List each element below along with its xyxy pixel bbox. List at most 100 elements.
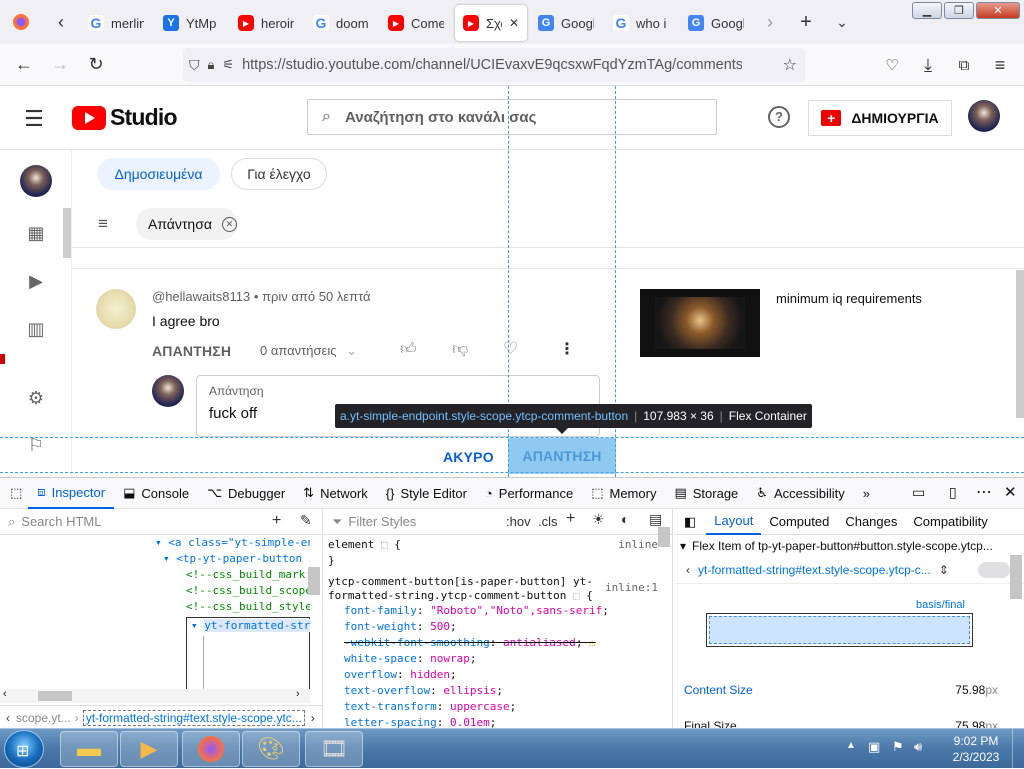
sidebar-tab-compatibility[interactable]: Compatibility: [905, 509, 995, 535]
url-bar[interactable]: ⛉ 🔒︎ ⚟ https://studio.youtube.com/channe…: [183, 48, 805, 82]
markup-tree[interactable]: ▾ <a class="yt-simple-endp ▾ <tp-yt-pape…: [0, 535, 310, 693]
volume-icon[interactable]: 🔊︎: [914, 739, 922, 755]
markup-vscroll[interactable]: [308, 567, 320, 595]
firefox-taskbar-icon[interactable]: [182, 731, 240, 767]
action-center-icon[interactable]: ⚑: [892, 739, 904, 755]
close-devtools-icon[interactable]: ✕: [1004, 483, 1017, 501]
browser-tab[interactable]: Gwho i: [605, 5, 677, 41]
markup-line[interactable]: ▾ <a class="yt-simple-endp: [0, 535, 310, 551]
reply-button[interactable]: ΑΠΑΝΤΗΣΗ: [152, 343, 231, 359]
start-button[interactable]: ⊞: [4, 730, 44, 768]
devtools-tab-style-editor[interactable]: {} Style Editor: [377, 478, 476, 509]
css-property[interactable]: overflow: [344, 668, 397, 681]
maximize-window-button[interactable]: ❐: [944, 2, 974, 19]
css-declaration[interactable]: font-weight: 500;: [344, 619, 658, 635]
warning-icon[interactable]: ⚠: [582, 636, 596, 649]
devtools-tab-memory[interactable]: ⬚ Memory: [582, 478, 665, 509]
lock-icon[interactable]: 🔒︎: [208, 57, 215, 73]
css-property[interactable]: text-transform: [344, 700, 437, 713]
hover-toggle[interactable]: :hov: [506, 514, 531, 529]
breadcrumb-item[interactable]: yt-formatted-string#text.style-scope.ytc…: [82, 709, 305, 726]
tab-published[interactable]: Δημοσιευμένα: [97, 158, 220, 190]
more-tabs-icon[interactable]: »: [854, 478, 879, 509]
sidebar-tab-layout[interactable]: Layout: [706, 509, 762, 535]
css-value[interactable]: ellipsis: [443, 684, 496, 697]
back-arrow-icon[interactable]: ←: [6, 47, 42, 83]
flex-item-selector[interactable]: ‹ yt-formatted-string#text.style-scope.y…: [674, 557, 1024, 584]
show-hidden-icons-icon[interactable]: ▲: [846, 740, 856, 751]
layout-vscroll[interactable]: [1010, 555, 1022, 599]
account-avatar[interactable]: [968, 100, 1000, 132]
settings-gear-icon[interactable]: ⚙: [24, 386, 48, 410]
css-property[interactable]: -webkit-font-smoothing: [344, 636, 490, 649]
devtools-tab-inspector[interactable]: ⧈ Inspector: [28, 478, 115, 509]
bookmark-star-icon[interactable]: ☆: [783, 55, 797, 75]
video-thumbnail[interactable]: [640, 289, 760, 357]
css-value[interactable]: 500: [430, 620, 450, 633]
css-value[interactable]: "Roboto","Noto",sans-serif: [430, 604, 602, 617]
devtools-tab-performance[interactable]: ◔ Performance: [476, 478, 582, 509]
breadcrumb-back-icon[interactable]: ‹: [6, 711, 10, 725]
markup-line[interactable]: <!--css_build_scope:: [0, 583, 310, 599]
sidebar-scrollbar[interactable]: [63, 208, 71, 258]
browser-tab[interactable]: G Googl: [530, 5, 602, 41]
element-picker-icon[interactable]: ⬚: [0, 478, 28, 509]
css-property[interactable]: font-weight: [344, 620, 417, 633]
comment-author[interactable]: @hellawaits8113: [152, 289, 250, 304]
dislike-icon[interactable]: 👎︎: [452, 340, 468, 359]
pocket-icon[interactable]: ♡: [874, 47, 910, 83]
css-property[interactable]: font-family: [344, 604, 417, 617]
browser-tab[interactable]: Gdoom: [305, 5, 377, 41]
devtools-tab-console[interactable]: ⬓ Console: [114, 478, 198, 509]
css-declaration[interactable]: text-transform: uppercase;: [344, 699, 658, 715]
heart-icon[interactable]: ♡: [503, 339, 518, 359]
flex-item-header[interactable]: ▾ Flex Item of tp-yt-paper-button#button…: [674, 535, 1024, 557]
downloads-icon[interactable]: ⤓: [910, 47, 946, 83]
flex-highlight-toggle[interactable]: [978, 562, 1010, 578]
youtube-studio-logo[interactable]: Studio: [72, 104, 178, 131]
browser-tab[interactable]: ▶ Σχό ✕: [455, 5, 527, 41]
hscroll-thumb[interactable]: [38, 691, 72, 701]
like-icon[interactable]: 👍︎: [400, 340, 417, 359]
rule-source[interactable]: inline:1: [605, 581, 658, 594]
channel-avatar[interactable]: [20, 165, 52, 197]
close-tab-icon[interactable]: ✕: [509, 16, 519, 30]
tab-scroll-right-icon[interactable]: ›: [752, 0, 788, 44]
add-node-icon[interactable]: +: [272, 512, 281, 530]
dashboard-icon[interactable]: ▦: [24, 221, 48, 245]
tab-scroll-left-icon[interactable]: ‹: [42, 0, 80, 44]
forward-arrow-icon[interactable]: →: [42, 47, 78, 83]
channel-search-input[interactable]: ⌕ Αναζήτηση στο κανάλι σας: [307, 99, 717, 135]
rules-vscroll[interactable]: [658, 527, 670, 547]
markup-line[interactable]: ▾ <tp-yt-paper-button id: [0, 551, 310, 567]
eyedropper-icon[interactable]: ✎: [300, 512, 312, 529]
toggle-sidebar-icon[interactable]: ◧: [684, 514, 696, 530]
list-tabs-chevron-icon[interactable]: ⌄: [824, 0, 860, 44]
browser-tab[interactable]: G Googl: [680, 5, 752, 41]
firefox-icon[interactable]: [0, 0, 42, 44]
markup-line[interactable]: ▾ yt-formatted-str: [187, 618, 310, 634]
replied-filter-chip[interactable]: Απάντησα ✕: [136, 208, 238, 240]
sidebar-tab-computed[interactable]: Computed: [761, 509, 837, 535]
css-declaration[interactable]: -webkit-font-smoothing: antialiased; ⚠: [344, 635, 658, 651]
media-player-taskbar-icon[interactable]: ▶: [120, 731, 178, 767]
breadcrumb-item[interactable]: scope.yt...: [16, 711, 71, 725]
browser-tab[interactable]: ▶ heroin: [230, 5, 302, 41]
shield-icon[interactable]: ⛉: [189, 57, 200, 74]
more-options-icon[interactable]: ⋮: [559, 339, 575, 359]
clock[interactable]: 9:02 PM 2/3/2023: [946, 733, 1006, 765]
element-rule[interactable]: element ⬚ {inline: [328, 537, 658, 553]
video-title[interactable]: minimum iq requirements: [776, 291, 922, 306]
css-declaration[interactable]: overflow: hidden;: [344, 667, 658, 683]
class-toggle[interactable]: .cls: [538, 514, 558, 529]
css-property[interactable]: white-space: [344, 652, 417, 665]
commenter-avatar[interactable]: [96, 289, 136, 329]
reload-icon[interactable]: ↻: [78, 47, 114, 83]
rule-selector[interactable]: ytcp-comment-button[is-paper-button] yt-…: [328, 575, 628, 603]
css-declaration[interactable]: letter-spacing: 0.01em;: [344, 715, 658, 729]
help-icon[interactable]: ?: [768, 106, 790, 128]
back-arrow-icon[interactable]: ‹: [686, 563, 690, 577]
search-html-input[interactable]: ⌕ Search HTML + ✎: [0, 509, 322, 535]
markup-line[interactable]: <!--css_build_styles: [0, 599, 310, 615]
css-declaration[interactable]: font-family: "Roboto","Noto",sans-serif;: [344, 603, 658, 619]
